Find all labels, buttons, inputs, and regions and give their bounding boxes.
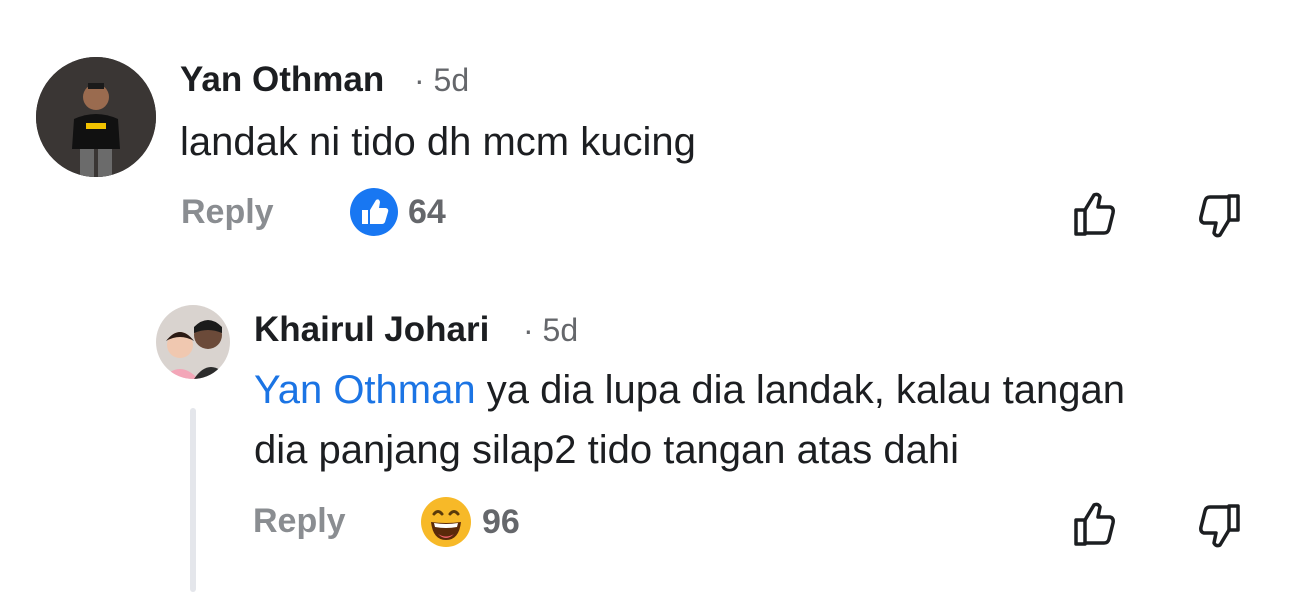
thread-connector [190, 408, 196, 592]
reaction-summary[interactable]: 96 [420, 496, 520, 548]
comment-text-line-2: dia panjang silap2 tido tangan atas dahi [254, 428, 959, 472]
comment-author[interactable]: Khairul Johari [254, 310, 489, 350]
like-icon [350, 188, 398, 236]
reaction-count: 64 [408, 192, 446, 231]
comment-text: ya dia lupa dia landak, kalau tangan [486, 368, 1125, 412]
avatar-photo [156, 305, 230, 379]
reaction-summary[interactable]: 64 [350, 188, 446, 236]
avatar-photo [36, 57, 156, 177]
comment-timestamp[interactable]: · 5d [523, 312, 578, 349]
avatar[interactable] [156, 305, 230, 379]
haha-icon [421, 497, 471, 547]
mention-link[interactable]: Yan Othman [254, 368, 476, 412]
avatar[interactable] [36, 57, 156, 177]
comment-text-line-1: Yan Othman ya dia lupa dia landak, kalau… [254, 368, 1125, 413]
upvote-icon[interactable] [1070, 498, 1122, 550]
downvote-icon[interactable] [1192, 500, 1244, 552]
upvote-icon[interactable] [1070, 188, 1122, 240]
comment-thread: Yan Othman · 5d landak ni tido dh mcm ku… [0, 0, 1290, 592]
reply-button[interactable]: Reply [181, 193, 274, 232]
reaction-count: 96 [482, 502, 520, 541]
comment-timestamp[interactable]: · 5d [414, 62, 469, 99]
comment-text: landak ni tido dh mcm kucing [180, 120, 696, 164]
reply-button[interactable]: Reply [253, 502, 346, 541]
comment-author[interactable]: Yan Othman [180, 60, 384, 100]
downvote-icon[interactable] [1192, 190, 1244, 242]
